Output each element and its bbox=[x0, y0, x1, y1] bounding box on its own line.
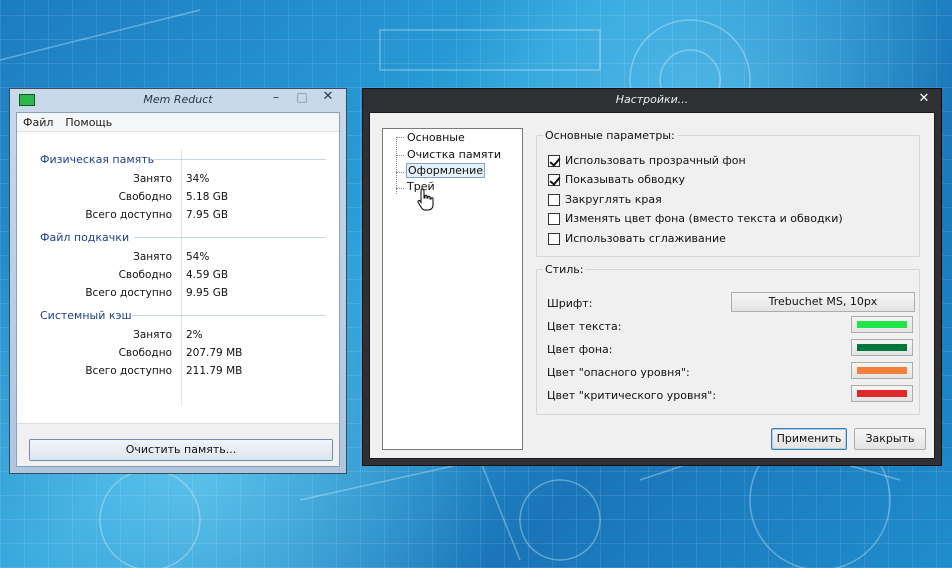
color-fill bbox=[857, 321, 907, 328]
section-pagefile-title: Файл подкачки bbox=[40, 231, 130, 244]
tree-connector bbox=[396, 155, 404, 156]
color-fill bbox=[857, 344, 907, 351]
row-value: 2% bbox=[186, 329, 203, 341]
close-icon[interactable]: ✕ bbox=[316, 89, 340, 105]
window-title: Настройки... bbox=[615, 93, 689, 106]
row-label: Свободно bbox=[118, 269, 172, 281]
style-group: Стиль: Шрифт: Trebuchet MS, 10px Цвет те… bbox=[536, 263, 920, 415]
checkbox-label[interactable]: Изменять цвет фона (вместо текста и обво… bbox=[565, 212, 843, 225]
section-divider bbox=[132, 315, 326, 316]
text-color-swatch[interactable] bbox=[851, 316, 913, 333]
section-physical-title: Физическая память bbox=[40, 153, 155, 166]
color-fill bbox=[857, 367, 907, 374]
section-divider bbox=[134, 237, 326, 238]
critical-level-color-swatch[interactable] bbox=[851, 385, 913, 402]
tree-connector bbox=[396, 137, 404, 138]
checkbox-label[interactable]: Использовать сглаживание bbox=[565, 232, 726, 245]
row-label: Свободно bbox=[118, 347, 172, 359]
section-divider bbox=[154, 159, 326, 160]
clear-memory-button[interactable]: Очистить память... bbox=[29, 439, 333, 461]
menu-help[interactable]: Помощь bbox=[59, 113, 118, 129]
settings-tree: Основные Очистка памяти Оформление Трей bbox=[382, 128, 523, 450]
color-label: Цвет фона: bbox=[547, 343, 613, 356]
row-label: Свободно bbox=[118, 191, 172, 203]
row-label: Занято bbox=[133, 251, 172, 263]
tree-connector bbox=[396, 172, 404, 173]
row-value: 207.79 MB bbox=[186, 347, 243, 359]
group-title: Основные параметры: bbox=[543, 129, 677, 142]
settings-client: Основные Очистка памяти Оформление Трей … bbox=[369, 112, 935, 459]
row-value: 211.79 MB bbox=[186, 365, 243, 377]
basic-settings-group: Основные параметры: Использовать прозрач… bbox=[536, 129, 920, 257]
row-value: 54% bbox=[186, 251, 210, 263]
group-title: Стиль: bbox=[543, 263, 586, 276]
row-value: 9.95 GB bbox=[186, 287, 229, 299]
row-label: Всего доступно bbox=[85, 209, 172, 221]
minimize-icon[interactable]: – bbox=[264, 89, 288, 105]
row-label: Занято bbox=[133, 173, 172, 185]
checkbox-show-border[interactable] bbox=[548, 174, 560, 186]
close-button[interactable]: Закрыть bbox=[854, 428, 926, 450]
settings-titlebar[interactable]: Настройки... ✕ bbox=[362, 88, 942, 112]
section-cache-title: Системный кэш bbox=[40, 309, 132, 322]
checkbox-label[interactable]: Использовать прозрачный фон bbox=[565, 154, 746, 167]
color-fill bbox=[857, 390, 907, 397]
row-label: Всего доступно bbox=[85, 287, 172, 299]
checkbox-antialiasing[interactable] bbox=[548, 233, 560, 245]
row-value: 5.18 GB bbox=[186, 191, 229, 203]
danger-level-color-swatch[interactable] bbox=[851, 362, 913, 379]
tree-connector bbox=[396, 137, 397, 194]
close-icon[interactable]: ✕ bbox=[914, 91, 934, 107]
mem-reduct-window: Mem Reduct – □ ✕ Файл Помощь Физическая п… bbox=[9, 88, 347, 474]
row-value: 7.95 GB bbox=[186, 209, 229, 221]
tree-connector bbox=[396, 188, 404, 189]
tree-item-memory-cleaning[interactable]: Очистка памяти bbox=[406, 148, 502, 161]
tree-item-general[interactable]: Основные bbox=[406, 131, 466, 144]
checkbox-transparent-bg[interactable] bbox=[548, 155, 560, 167]
checkbox-label[interactable]: Закруглять края bbox=[565, 193, 662, 206]
row-value: 4.59 GB bbox=[186, 269, 229, 281]
background-color-swatch[interactable] bbox=[851, 339, 913, 356]
apply-button[interactable]: Применить bbox=[771, 428, 847, 450]
settings-window: Настройки... ✕ Основные Очистка памяти О… bbox=[362, 88, 942, 466]
mem-reduct-titlebar[interactable]: Mem Reduct – □ ✕ bbox=[9, 88, 347, 112]
color-label: Цвет "опасного уровня": bbox=[547, 366, 690, 379]
tree-item-appearance[interactable]: Оформление bbox=[406, 163, 485, 178]
checkbox-change-bg-color[interactable] bbox=[548, 213, 560, 225]
checkbox-round-corners[interactable] bbox=[548, 194, 560, 206]
maximize-icon[interactable]: □ bbox=[290, 89, 314, 105]
font-label: Шрифт: bbox=[547, 297, 593, 310]
color-label: Цвет текста: bbox=[547, 320, 622, 333]
font-picker-button[interactable]: Trebuchet MS, 10px bbox=[731, 292, 915, 312]
column-separator bbox=[181, 149, 182, 406]
checkbox-label[interactable]: Показывать обводку bbox=[565, 173, 685, 186]
color-label: Цвет "критического уровня": bbox=[547, 389, 717, 402]
row-label: Всего доступно bbox=[85, 365, 172, 377]
menubar: Файл Помощь bbox=[17, 113, 339, 132]
row-value: 34% bbox=[186, 173, 210, 185]
hand-cursor-icon bbox=[417, 188, 434, 211]
row-label: Занято bbox=[133, 329, 172, 341]
menu-file[interactable]: Файл bbox=[17, 113, 59, 129]
mem-reduct-client: Файл Помощь Физическая память Занято 34% … bbox=[16, 112, 340, 467]
